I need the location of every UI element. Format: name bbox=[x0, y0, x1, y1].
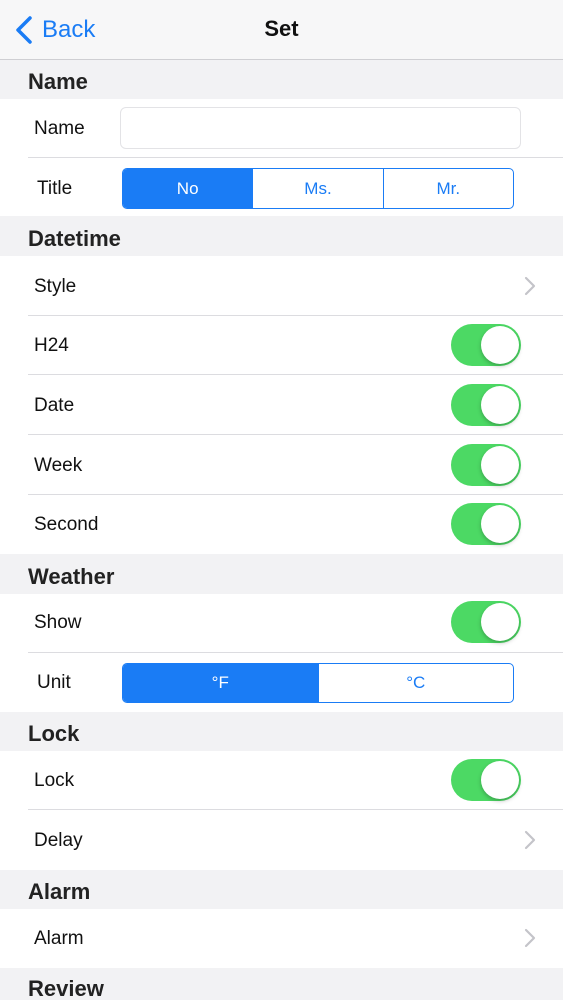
second-label: Second bbox=[34, 514, 99, 535]
section-header-lock: Lock bbox=[0, 712, 563, 751]
delay-label: Delay bbox=[34, 830, 83, 851]
date-label: Date bbox=[34, 395, 75, 416]
unit-segmented-control[interactable]: °F °C bbox=[122, 663, 514, 703]
title-label: Title bbox=[37, 178, 73, 199]
week-label: Week bbox=[34, 455, 83, 476]
show-toggle[interactable] bbox=[451, 601, 521, 643]
row-alarm[interactable]: Alarm bbox=[0, 909, 563, 968]
h24-toggle[interactable] bbox=[451, 324, 521, 366]
section-title: Alarm bbox=[28, 879, 91, 904]
second-toggle[interactable] bbox=[451, 503, 521, 545]
lock-label: Lock bbox=[34, 770, 75, 791]
style-label: Style bbox=[34, 276, 77, 297]
section-header-weather: Weather bbox=[0, 554, 563, 594]
section-title: Review bbox=[28, 976, 104, 1000]
row-delay[interactable]: Delay bbox=[0, 810, 563, 870]
row-show: Show bbox=[0, 594, 563, 653]
unit-label: Unit bbox=[37, 672, 71, 693]
row-week: Week bbox=[0, 435, 563, 495]
segment-ms[interactable]: Ms. bbox=[252, 169, 382, 208]
section-title: Datetime bbox=[28, 226, 121, 251]
section-header-review: Review bbox=[0, 968, 563, 1000]
segment-fahrenheit[interactable]: °F bbox=[123, 664, 318, 702]
segment-celsius[interactable]: °C bbox=[317, 664, 514, 702]
row-h24: H24 bbox=[0, 316, 563, 375]
chevron-right-icon bbox=[524, 276, 536, 296]
section-header-name: Name bbox=[0, 61, 563, 99]
alarm-label: Alarm bbox=[34, 928, 84, 949]
row-lock: Lock bbox=[0, 751, 563, 810]
section-header-alarm: Alarm bbox=[0, 870, 563, 909]
name-input[interactable] bbox=[120, 107, 521, 149]
section-title: Name bbox=[28, 69, 88, 94]
row-style[interactable]: Style bbox=[0, 256, 563, 316]
row-second: Second bbox=[0, 495, 563, 554]
week-toggle[interactable] bbox=[451, 444, 521, 486]
segment-mr[interactable]: Mr. bbox=[382, 169, 513, 208]
section-header-datetime: Datetime bbox=[0, 216, 563, 256]
title-segmented-control[interactable]: No Ms. Mr. bbox=[122, 168, 514, 209]
date-toggle[interactable] bbox=[451, 384, 521, 426]
navigation-bar: Back Set bbox=[0, 0, 563, 60]
segment-no[interactable]: No bbox=[123, 169, 253, 208]
section-title: Weather bbox=[28, 564, 115, 589]
name-label: Name bbox=[34, 118, 85, 139]
show-label: Show bbox=[34, 612, 82, 633]
lock-toggle[interactable] bbox=[451, 759, 521, 801]
chevron-right-icon bbox=[524, 928, 536, 948]
section-title: Lock bbox=[28, 721, 80, 746]
row-date: Date bbox=[0, 375, 563, 435]
h24-label: H24 bbox=[34, 335, 69, 356]
page-title: Set bbox=[264, 16, 299, 41]
chevron-right-icon bbox=[524, 830, 536, 850]
